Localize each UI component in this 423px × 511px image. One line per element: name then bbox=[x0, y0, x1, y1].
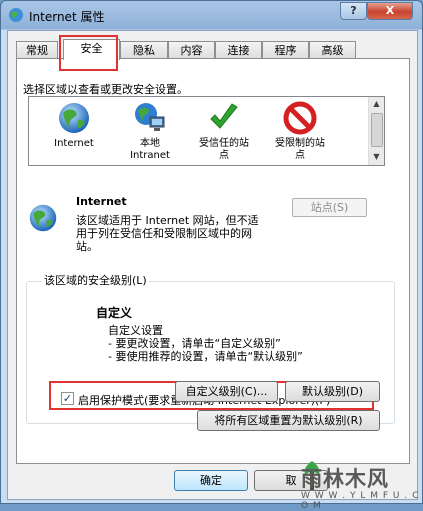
zone-local-intranet[interactable]: 本地 Intranet bbox=[113, 101, 187, 162]
zone-internet[interactable]: Internet bbox=[37, 101, 111, 150]
default-level-button[interactable]: 默认级别(D) bbox=[285, 381, 380, 402]
zone-trusted-sites-label-2: 点 bbox=[219, 150, 229, 161]
tab-advanced[interactable]: 高级 bbox=[309, 41, 356, 59]
restricted-icon bbox=[283, 101, 317, 135]
title-bar[interactable]: Internet 属性 ? X bbox=[1, 1, 422, 29]
zone-list: Internet 本地 Intranet 受信任的站 点 受限制的站 点 ▲ ▼ bbox=[28, 96, 385, 166]
internet-options-icon bbox=[9, 8, 23, 22]
zone-internet-label: Internet bbox=[54, 138, 94, 149]
security-level-group-label: 该区域的安全级别(L) bbox=[42, 272, 149, 288]
green-check-icon bbox=[210, 103, 238, 129]
watermark-url: W W W . Y L M F U . C O M bbox=[301, 491, 420, 511]
window-title: Internet 属性 bbox=[29, 10, 105, 24]
zone-list-scrollbar[interactable]: ▲ ▼ bbox=[368, 97, 384, 165]
security-level-line-2: - 要更改设置，请单击“自定义级别” bbox=[108, 337, 281, 350]
zone-trusted-sites-label-1: 受信任的站 bbox=[199, 138, 249, 149]
reset-all-zones-button[interactable]: 将所有区域重置为默认级别(R) bbox=[197, 410, 380, 431]
local-intranet-icon bbox=[135, 103, 165, 131]
zone-restricted-sites-label-1: 受限制的站 bbox=[275, 138, 325, 149]
scroll-up-arrow-icon[interactable]: ▲ bbox=[372, 99, 381, 108]
dialog-client-area: 常规 安全 隐私 内容 连接 程序 高级 选择区域以查看或更改安全设置。 Int… bbox=[7, 30, 418, 500]
tab-privacy[interactable]: 隐私 bbox=[120, 41, 168, 59]
internet-properties-window: Internet 属性 ? X 常规 安全 隐私 内容 连接 程序 高级 选择区… bbox=[0, 0, 423, 511]
zone-restricted-sites[interactable]: 受限制的站 点 bbox=[263, 101, 337, 162]
selected-zone-description: 该区域适用于 Internet 网站，但不适用于列在受信任和受限制区域中的网站。 bbox=[76, 214, 259, 253]
close-button[interactable]: X bbox=[367, 2, 413, 20]
security-level-title: 自定义 bbox=[96, 306, 133, 320]
internet-globe-icon bbox=[59, 103, 89, 133]
zone-local-intranet-label-1: 本地 bbox=[140, 138, 160, 149]
tab-general[interactable]: 常规 bbox=[16, 41, 58, 59]
custom-level-button[interactable]: 自定义级别(C)... bbox=[175, 381, 278, 402]
sites-button[interactable]: 站点(S) bbox=[292, 198, 367, 217]
selected-zone-globe-icon bbox=[29, 204, 57, 232]
zone-local-intranet-label-2: Intranet bbox=[130, 150, 170, 161]
zone-trusted-sites[interactable]: 受信任的站 点 bbox=[187, 101, 261, 162]
scroll-down-arrow-icon[interactable]: ▼ bbox=[372, 152, 381, 161]
tab-programs[interactable]: 程序 bbox=[262, 41, 309, 59]
scroll-thumb[interactable] bbox=[371, 113, 383, 147]
protected-mode-checkbox[interactable]: ✓ bbox=[61, 392, 74, 405]
tab-connections[interactable]: 连接 bbox=[215, 41, 262, 59]
watermark-text: 雨林木风 bbox=[301, 467, 389, 491]
zone-restricted-sites-label-2: 点 bbox=[295, 150, 305, 161]
ok-button[interactable]: 确定 bbox=[174, 470, 248, 491]
security-level-line-3: - 要使用推荐的设置，请单击“默认级别” bbox=[108, 350, 303, 363]
tab-security[interactable]: 安全 bbox=[63, 39, 120, 60]
selected-zone-name: Internet bbox=[76, 195, 127, 208]
help-button[interactable]: ? bbox=[340, 2, 367, 20]
tab-content[interactable]: 内容 bbox=[168, 41, 215, 59]
security-level-line-1: 自定义设置 bbox=[108, 324, 163, 337]
zone-instruction: 选择区域以查看或更改安全设置。 bbox=[23, 83, 188, 96]
